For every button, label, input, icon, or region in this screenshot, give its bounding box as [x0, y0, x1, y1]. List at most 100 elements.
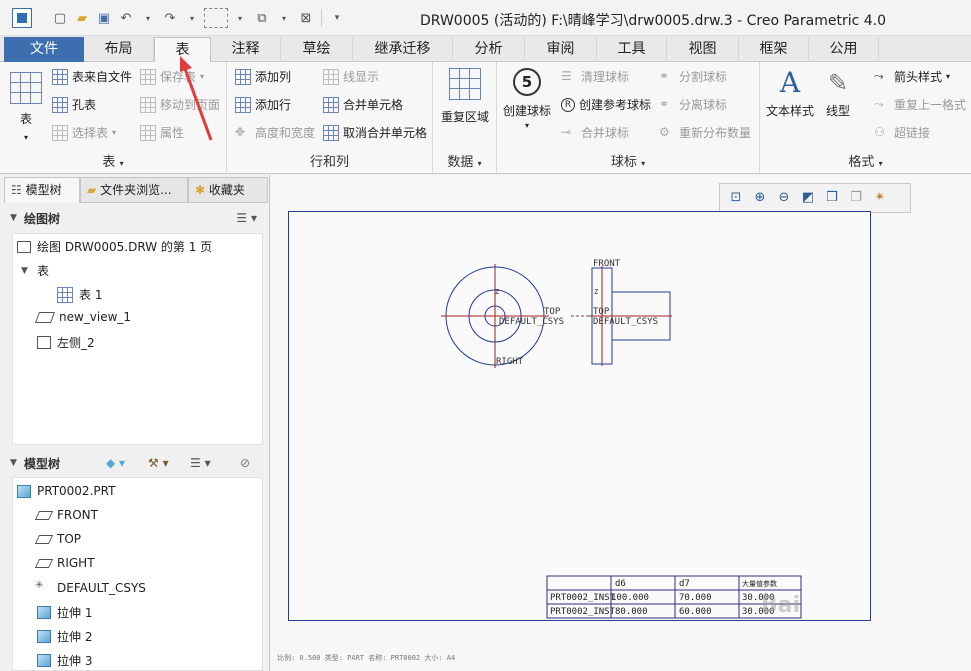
tree-item-top[interactable]: TOP — [34, 532, 81, 546]
tree-settings-icon[interactable]: ☰ ▾ — [236, 211, 257, 225]
model-tree-tools-icon[interactable]: ◆ ▾ — [106, 456, 125, 470]
zoom-in-icon[interactable]: ⊕ — [750, 188, 770, 208]
app-menu-icon[interactable] — [12, 8, 32, 28]
tools-icon[interactable]: ⚒ ▾ — [148, 456, 169, 470]
tree-item-tables[interactable]: ▼ 表 — [21, 262, 49, 279]
collapse-triangle-icon[interactable]: ▼ — [21, 266, 31, 276]
select-box-icon[interactable] — [204, 8, 228, 28]
refit-icon[interactable]: ⊡ — [726, 188, 746, 208]
model-tree-title: 模型树 — [24, 456, 61, 471]
unmerge-cells-icon — [323, 124, 339, 141]
tree-item-left-2[interactable]: 左侧_2 — [37, 334, 95, 351]
tab-sketch[interactable]: 草绘 — [281, 37, 353, 62]
extrude-icon — [37, 630, 51, 643]
tree-item-drawing-sheet[interactable]: 绘图 DRW0005.DRW 的第 1 页 — [17, 238, 212, 255]
tree-item-extrude-3[interactable]: 拉伸 3 — [37, 652, 92, 669]
tab-analysis[interactable]: 分析 — [453, 37, 525, 62]
close-window-icon[interactable]: ⊠ — [296, 7, 316, 29]
undo-dropdown-icon[interactable]: ▾ — [138, 7, 158, 29]
tree-filters-icon[interactable]: ☰ ▾ — [190, 456, 211, 470]
new-file-icon[interactable]: ▢ — [50, 7, 70, 29]
tab-favorites[interactable]: ✱ 收藏夹 — [188, 177, 268, 203]
clear-balloon-button[interactable]: ☰ 清理球标 — [561, 68, 629, 85]
windows-dropdown-icon[interactable]: ▾ — [274, 7, 294, 29]
repeat-region-button[interactable]: 重复区域 — [441, 68, 489, 125]
redo-dropdown-icon[interactable]: ▾ — [182, 7, 202, 29]
tab-common[interactable]: 公用 — [809, 37, 879, 62]
tree-item-front[interactable]: FRONT — [34, 508, 98, 522]
drawing-tree-header[interactable]: ▼ 绘图树 ☰ ▾ — [10, 204, 263, 232]
format-group-label[interactable]: 格式 ▾ — [760, 151, 971, 170]
tab-folder-browser[interactable]: ▰ 文件夹浏览... — [80, 177, 188, 203]
saved-views-icon[interactable]: ❐ — [846, 188, 866, 208]
repaint-icon[interactable]: ◩ — [798, 188, 818, 208]
detach-balloon-button[interactable]: ⚭ 分离球标 — [659, 96, 727, 113]
link-icon: ⚇ — [874, 124, 885, 139]
tab-legacy-migration[interactable]: 继承迁移 — [353, 37, 453, 62]
balloons-group-label[interactable]: 球标 ▾ — [497, 151, 759, 170]
tree-item-default-csys[interactable]: ✳ DEFAULT_CSYS — [35, 580, 146, 596]
redistribute-qty-label: 重新分布数量 — [679, 126, 752, 140]
tree-item-extrude-1[interactable]: 拉伸 1 — [37, 604, 92, 621]
settings-icon[interactable]: ⊘ — [240, 456, 250, 470]
height-width-label: 高度和宽度 — [255, 126, 316, 140]
split-balloon-button[interactable]: ⚭ 分割球标 — [659, 68, 727, 85]
windows-icon[interactable]: ⧉ — [252, 7, 272, 29]
create-ref-balloon-button[interactable]: R 创建参考球标 — [561, 96, 651, 113]
arrow-style-button[interactable]: ⤳ 箭头样式 ▾ — [874, 68, 950, 85]
customize-toolbar-icon[interactable]: ▾ — [327, 7, 347, 29]
drawing-canvas[interactable]: ⊡ ⊕ ⊖ ◩ ❒ ❐ ✴ TOP DEFAULT_CSYS RIGHT Z F… — [271, 175, 971, 671]
text-style-button[interactable]: A 文本样式 — [766, 68, 814, 119]
table-from-file-button[interactable]: 表来自文件 — [52, 68, 132, 85]
tab-file[interactable]: 文件 — [4, 37, 84, 62]
tab-model-tree[interactable]: ☷ 模型树 — [4, 177, 80, 203]
tab-annotate[interactable]: 注释 — [211, 37, 281, 62]
table-button[interactable]: 表 ▾ — [10, 72, 42, 142]
unmerge-cells-button[interactable]: 取消合并单元格 — [323, 124, 427, 141]
tab-frame[interactable]: 框架 — [739, 37, 809, 62]
repeat-last-format-button[interactable]: ⤳ 重复上一格式 — [874, 96, 966, 113]
create-balloon-label: 创建球标 — [503, 104, 552, 118]
table-group-label[interactable]: 表 ▾ — [0, 151, 226, 170]
save-icon[interactable]: ▣ — [94, 7, 114, 29]
merge-balloon-button[interactable]: ⊸ 合并球标 — [561, 124, 629, 141]
select-table-button[interactable]: 选择表 ▾ — [52, 124, 116, 141]
add-column-button[interactable]: 添加列 — [235, 68, 291, 85]
collapse-triangle-icon[interactable]: ▼ — [10, 213, 20, 223]
drawing-tree: 绘图 DRW0005.DRW 的第 1 页 ▼ 表 表 1 new_view_1… — [12, 233, 263, 445]
redo-icon[interactable]: ↷ — [160, 7, 180, 29]
tab-tools[interactable]: 工具 — [597, 37, 667, 62]
line-style-label: 线型 — [826, 104, 851, 118]
tree-item-label: 表 — [37, 264, 50, 278]
tree-item-right[interactable]: RIGHT — [34, 556, 95, 570]
select-dropdown-icon[interactable]: ▾ — [230, 7, 250, 29]
data-group-label[interactable]: 数据 ▾ — [433, 151, 496, 170]
create-balloon-button[interactable]: 5 创建球标 ▾ — [503, 68, 551, 130]
zoom-out-icon[interactable]: ⊖ — [774, 188, 794, 208]
height-width-button[interactable]: ✥ 高度和宽度 — [235, 124, 315, 141]
open-folder-icon[interactable]: ▰ — [72, 7, 92, 29]
hole-table-button[interactable]: 孔表 — [52, 96, 96, 113]
tab-layout[interactable]: 布局 — [84, 37, 154, 62]
redistribute-qty-button[interactable]: ⚙ 重新分布数量 — [659, 124, 751, 141]
tree-item-label: 绘图 DRW0005.DRW 的第 1 页 — [37, 240, 213, 254]
tab-view[interactable]: 视图 — [667, 37, 739, 62]
hyperlink-button[interactable]: ⚇ 超链接 — [874, 124, 930, 141]
repeat-last-format-label: 重复上一格式 — [894, 98, 967, 112]
display-style-icon[interactable]: ❒ — [822, 188, 842, 208]
tree-item-extrude-2[interactable]: 拉伸 2 — [37, 628, 92, 645]
datum-display-icon[interactable]: ✴ — [870, 188, 890, 208]
tree-item-label: 表 1 — [79, 288, 103, 302]
chevron-down-icon: ▾ — [525, 121, 530, 130]
add-row-button[interactable]: 添加行 — [235, 96, 291, 113]
line-display-button[interactable]: 线显示 — [323, 68, 379, 85]
tree-item-part[interactable]: PRT0002.PRT — [17, 484, 115, 498]
tree-item-table-1[interactable]: 表 1 — [57, 286, 102, 303]
model-tree-header[interactable]: ▼ 模型树 ◆ ▾ ⚒ ▾ ☰ ▾ ⊘ — [10, 449, 263, 477]
tree-item-new-view-1[interactable]: new_view_1 — [34, 310, 131, 324]
line-style-button[interactable]: ✎ 线型 — [826, 68, 850, 119]
undo-icon[interactable]: ↶ — [116, 7, 136, 29]
collapse-triangle-icon[interactable]: ▼ — [10, 458, 20, 468]
merge-cells-button[interactable]: 合并单元格 — [323, 96, 403, 113]
tab-review[interactable]: 审阅 — [525, 37, 597, 62]
